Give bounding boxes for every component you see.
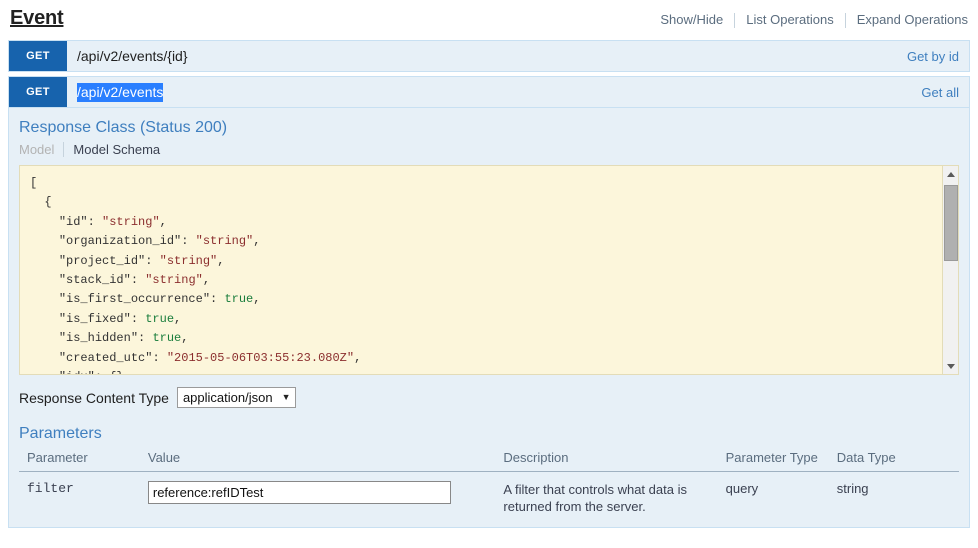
response-content-type-row: Response Content Type application/json ▼: [19, 387, 959, 408]
column-header-data-type: Data Type: [837, 448, 959, 472]
model-schema-json: [ { "id": "string", "organization_id": "…: [20, 166, 958, 375]
parameter-name: filter: [19, 472, 148, 522]
response-content-type-value: application/json: [183, 390, 273, 405]
table-row: filter A filter that controls what data …: [19, 472, 959, 522]
resource-header: Event Show/Hide List Operations Expand O…: [0, 0, 978, 40]
show-hide-link[interactable]: Show/Hide: [649, 12, 734, 28]
parameter-data-type: string: [837, 472, 959, 522]
page-title[interactable]: Event: [10, 6, 63, 30]
parameter-description: A filter that controls what data is retu…: [503, 472, 725, 522]
scroll-up-arrow-icon[interactable]: [943, 166, 959, 182]
column-header-parameter-type: Parameter Type: [726, 448, 837, 472]
tab-model-schema[interactable]: Model Schema: [64, 142, 160, 157]
model-schema-code-block[interactable]: [ { "id": "string", "organization_id": "…: [19, 165, 959, 375]
http-method-badge[interactable]: GET: [9, 41, 67, 71]
column-header-description: Description: [503, 448, 725, 472]
filter-input[interactable]: [148, 481, 451, 504]
operation-summary-get-by-id[interactable]: Get by id: [907, 41, 969, 71]
endpoint-path-text: /api/v2/events/{id}: [77, 48, 188, 64]
model-tabs: Model Model Schema: [19, 142, 959, 157]
operation-detail-panel: Response Class (Status 200) Model Model …: [8, 108, 970, 528]
response-content-type-select[interactable]: application/json ▼: [177, 387, 296, 408]
tab-model[interactable]: Model: [19, 142, 63, 157]
response-class-title: Response Class (Status 200): [19, 118, 959, 138]
endpoint-path[interactable]: /api/v2/events: [67, 77, 921, 107]
scrollbar-thumb[interactable]: [944, 185, 958, 261]
code-scrollbar[interactable]: [942, 166, 958, 374]
resource-actions: Show/Hide List Operations Expand Operati…: [649, 6, 968, 28]
list-operations-link[interactable]: List Operations: [735, 12, 844, 28]
parameter-type: query: [726, 472, 837, 522]
parameters-title: Parameters: [19, 424, 959, 444]
operation-summary-get-all[interactable]: Get all: [921, 77, 969, 107]
response-content-type-label: Response Content Type: [19, 390, 169, 406]
endpoint-path[interactable]: /api/v2/events/{id}: [67, 41, 907, 71]
endpoint-path-text-selected: /api/v2/events: [77, 83, 163, 102]
http-method-badge[interactable]: GET: [9, 77, 67, 107]
column-header-parameter: Parameter: [19, 448, 148, 472]
endpoint-row-get-by-id[interactable]: GET /api/v2/events/{id} Get by id: [8, 40, 970, 72]
expand-operations-link[interactable]: Expand Operations: [846, 12, 968, 28]
scroll-down-arrow-icon[interactable]: [943, 358, 959, 374]
parameter-value-cell: [148, 472, 504, 522]
endpoint-row-get-all[interactable]: GET /api/v2/events Get all: [8, 76, 970, 108]
parameters-table: Parameter Value Description Parameter Ty…: [19, 448, 959, 521]
parameters-table-header-row: Parameter Value Description Parameter Ty…: [19, 448, 959, 472]
chevron-down-icon: ▼: [282, 393, 291, 402]
column-header-value: Value: [148, 448, 504, 472]
